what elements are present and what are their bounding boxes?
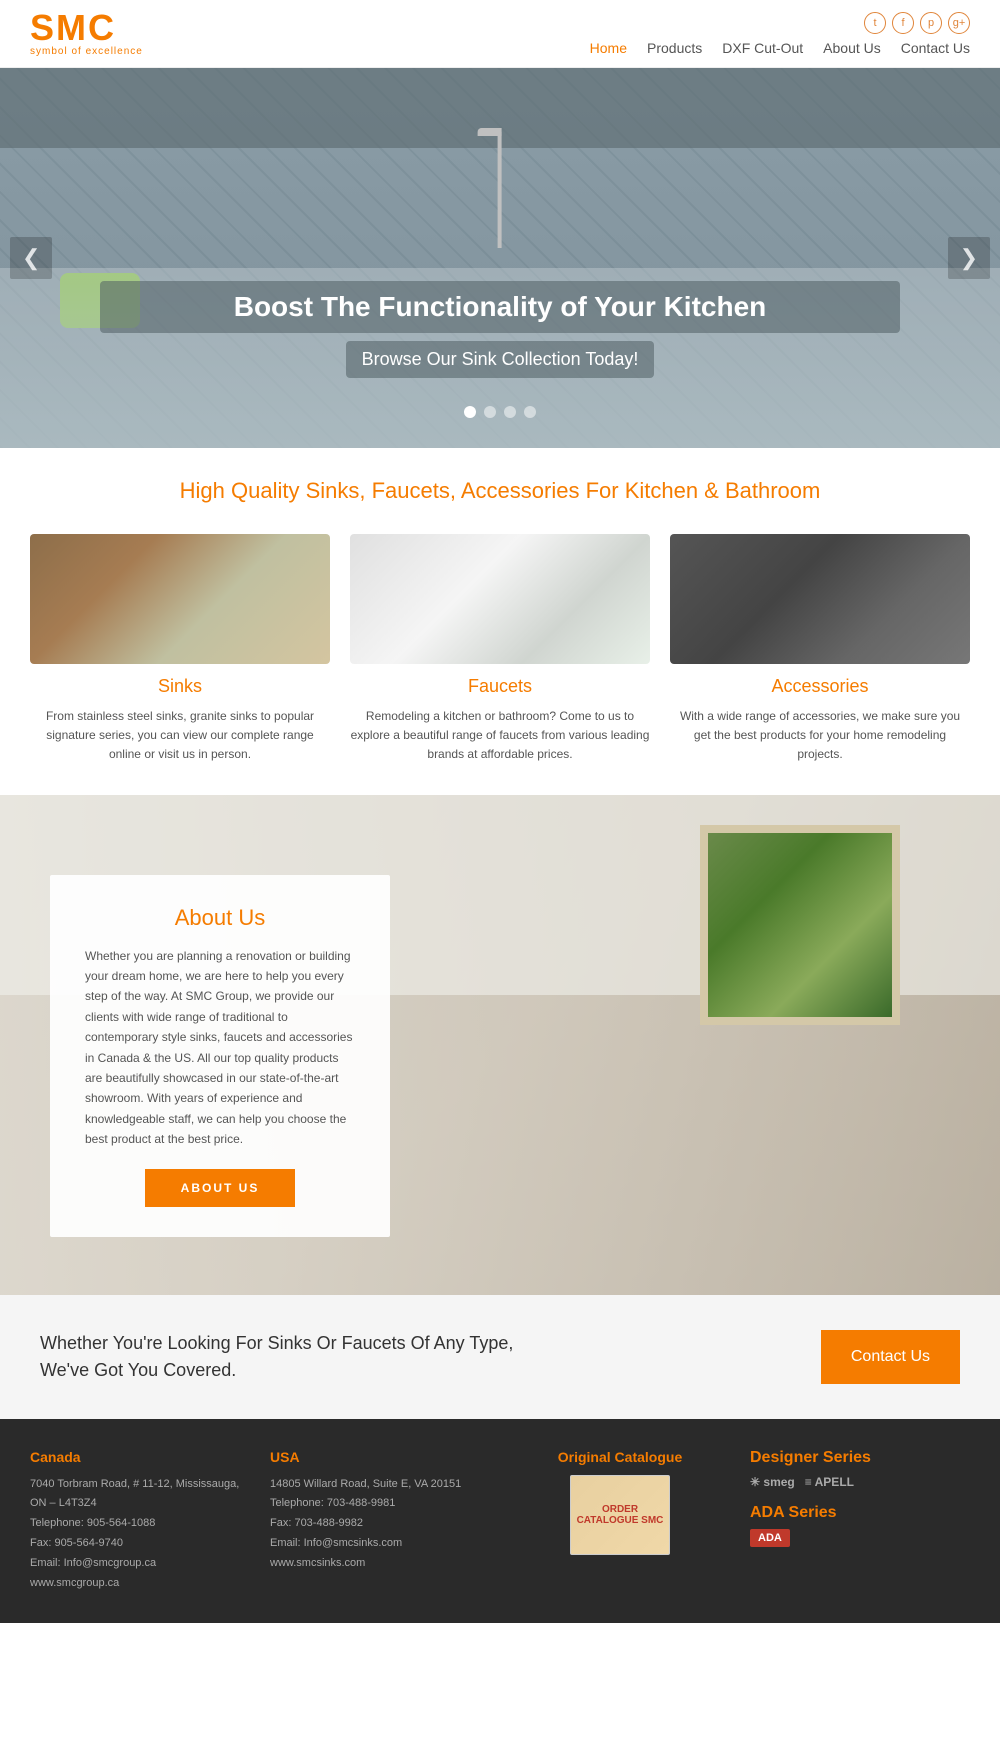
footer-brands: Designer Series ✳ smeg ≡ APELL ADA Serie… — [750, 1449, 970, 1594]
hero-subtitle: Browse Our Sink Collection Today! — [346, 341, 655, 378]
footer-usa-address: 14805 Willard Road, Suite E, VA 20151 Te… — [270, 1475, 490, 1574]
about-title: About Us — [85, 905, 355, 931]
cta-section: Whether You're Looking For Sinks Or Fauc… — [0, 1295, 1000, 1419]
footer-catalogue: Original Catalogue ORDER CATALOGUE SMC — [510, 1449, 730, 1594]
cta-text: Whether You're Looking For Sinks Or Fauc… — [40, 1330, 540, 1384]
accessories-title[interactable]: Accessories — [670, 676, 970, 697]
googleplus-icon[interactable]: g+ — [948, 12, 970, 34]
about-button[interactable]: ABOUT US — [145, 1169, 295, 1207]
apell-logo: ≡ APELL — [805, 1475, 854, 1489]
cta-contact-button[interactable]: Contact Us — [821, 1330, 960, 1384]
logo[interactable]: SMC symbol of excellence — [30, 10, 143, 57]
nav-about[interactable]: About Us — [823, 40, 881, 56]
header: SMC symbol of excellence t f p g+ Home P… — [0, 0, 1000, 68]
hero-prev-button[interactable]: ❮ — [10, 237, 52, 279]
nav-home[interactable]: Home — [590, 40, 627, 56]
product-card-accessories: Accessories With a wide range of accesso… — [670, 534, 970, 765]
hero-text-box: Boost The Functionality of Your Kitchen … — [100, 281, 900, 378]
sinks-image — [30, 534, 330, 664]
nav-dxf[interactable]: DXF Cut-Out — [722, 40, 803, 56]
products-section: Sinks From stainless steel sinks, granit… — [0, 514, 1000, 795]
footer-canada-address: 7040 Torbram Road, # 11-12, Mississauga,… — [30, 1475, 250, 1594]
footer-usa-title: USA — [270, 1449, 490, 1465]
pinterest-icon[interactable]: p — [920, 12, 942, 34]
accessories-desc: With a wide range of accessories, we mak… — [670, 707, 970, 765]
hero-dots — [464, 406, 536, 418]
social-icons: t f p g+ — [864, 12, 970, 34]
footer-canada: Canada 7040 Torbram Road, # 11-12, Missi… — [30, 1449, 250, 1594]
catalogue-title: Original Catalogue — [510, 1449, 730, 1465]
sinks-desc: From stainless steel sinks, granite sink… — [30, 707, 330, 765]
hero-faucet — [498, 128, 502, 248]
ada-series-label: ADA Series — [750, 1504, 970, 1522]
hero-section: Boost The Functionality of Your Kitchen … — [0, 68, 1000, 448]
nav-products[interactable]: Products — [647, 40, 702, 56]
footer-usa: USA 14805 Willard Road, Suite E, VA 2015… — [270, 1449, 490, 1594]
tagline-section: High Quality Sinks, Faucets, Accessories… — [0, 448, 1000, 514]
hero-next-button[interactable]: ❯ — [948, 237, 990, 279]
hero-dot-1[interactable] — [464, 406, 476, 418]
product-card-faucets: Faucets Remodeling a kitchen or bathroom… — [350, 534, 650, 765]
tagline-text: High Quality Sinks, Faucets, Accessories… — [20, 478, 980, 504]
logo-tagline: symbol of excellence — [30, 46, 143, 57]
logo-text: SMC — [30, 10, 143, 46]
accessories-image — [670, 534, 970, 664]
main-nav: Home Products DXF Cut-Out About Us Conta… — [590, 40, 970, 56]
about-box: About Us Whether you are planning a reno… — [50, 875, 390, 1238]
hero-dot-2[interactable] — [484, 406, 496, 418]
sinks-title[interactable]: Sinks — [30, 676, 330, 697]
catalogue-image: ORDER CATALOGUE SMC — [570, 1475, 670, 1555]
hero-dot-4[interactable] — [524, 406, 536, 418]
footer-canada-title: Canada — [30, 1449, 250, 1465]
twitter-icon[interactable]: t — [864, 12, 886, 34]
header-right: t f p g+ Home Products DXF Cut-Out About… — [590, 12, 970, 56]
about-section: About Us Whether you are planning a reno… — [0, 795, 1000, 1295]
hero-title: Boost The Functionality of Your Kitchen — [100, 281, 900, 333]
ada-badge: ADA — [750, 1529, 790, 1547]
brand-logos: ✳ smeg ≡ APELL — [750, 1475, 970, 1489]
product-card-sinks: Sinks From stainless steel sinks, granit… — [30, 534, 330, 765]
faucets-title[interactable]: Faucets — [350, 676, 650, 697]
about-window — [700, 825, 900, 1025]
nav-contact[interactable]: Contact Us — [901, 40, 970, 56]
footer: Canada 7040 Torbram Road, # 11-12, Missi… — [0, 1419, 1000, 1624]
hero-dot-3[interactable] — [504, 406, 516, 418]
smeg-logo: ✳ smeg — [750, 1475, 795, 1489]
designer-series-label: Designer Series — [750, 1449, 970, 1467]
facebook-icon[interactable]: f — [892, 12, 914, 34]
about-description: Whether you are planning a renovation or… — [85, 946, 355, 1150]
faucets-image — [350, 534, 650, 664]
faucets-desc: Remodeling a kitchen or bathroom? Come t… — [350, 707, 650, 765]
